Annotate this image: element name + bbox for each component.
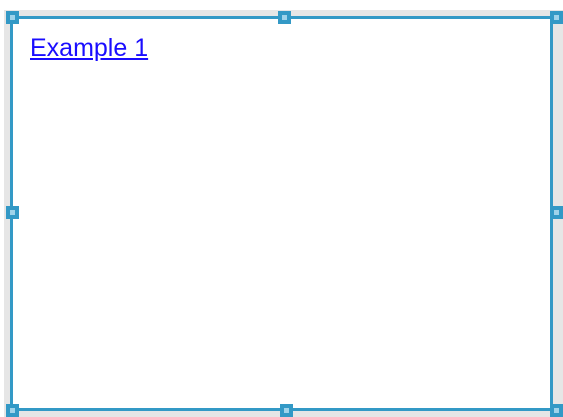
resize-handle-middle-left[interactable]: [6, 206, 19, 219]
resize-handle-top-right[interactable]: [550, 11, 563, 24]
resize-handle-bottom-center[interactable]: [280, 404, 293, 417]
resize-handle-top-center[interactable]: [278, 11, 291, 24]
editor-canvas: Example 1: [0, 0, 563, 417]
resize-handle-top-left[interactable]: [6, 11, 19, 24]
resize-handle-bottom-left[interactable]: [6, 404, 19, 417]
example-link[interactable]: Example 1: [30, 33, 148, 63]
resize-handle-bottom-right[interactable]: [550, 404, 563, 417]
resize-handle-middle-right[interactable]: [550, 206, 563, 219]
selected-widget[interactable]: [10, 16, 553, 411]
